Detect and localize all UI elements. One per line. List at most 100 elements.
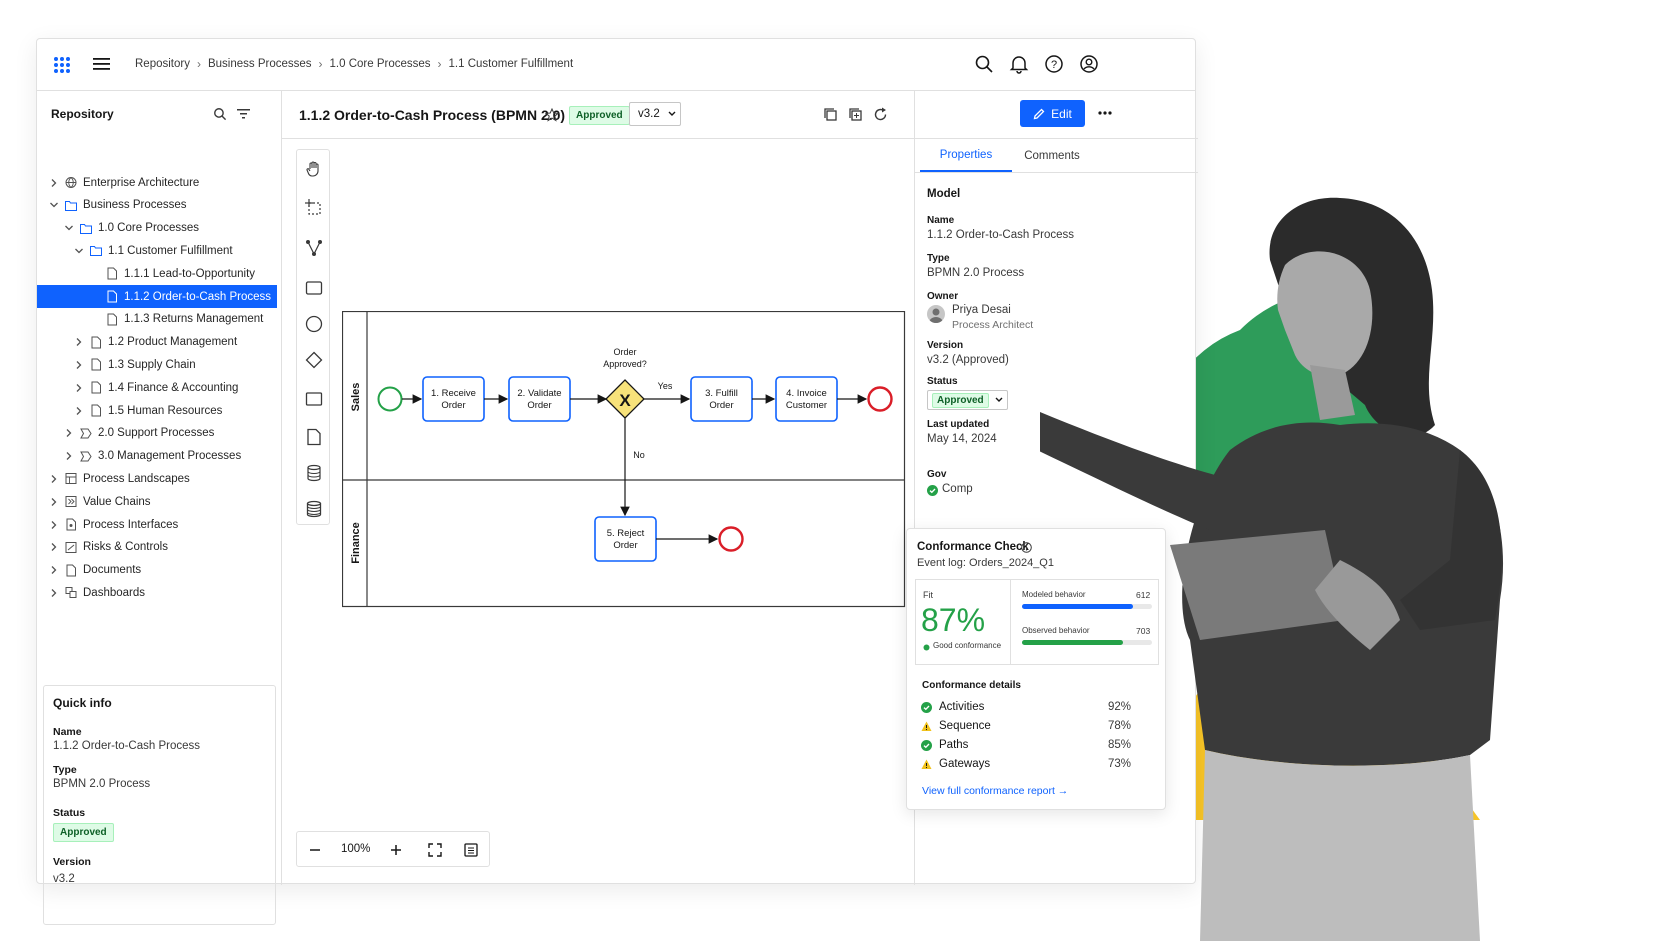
zoom-in-icon[interactable] [390, 844, 402, 856]
fit-value: 87% [921, 602, 986, 638]
folder-icon [65, 200, 77, 211]
task-receive-order[interactable] [422, 376, 485, 422]
chevron-right-icon[interactable] [64, 451, 74, 461]
task-reject-order[interactable] [594, 516, 657, 562]
yes-label: Yes [658, 381, 673, 391]
task-invoice-customer[interactable] [775, 376, 838, 422]
conformance-report-link[interactable]: View full conformance report → [922, 785, 1068, 797]
chevron-down-icon[interactable] [64, 223, 74, 233]
tree-item[interactable]: 1.0 Core Processes [37, 217, 277, 240]
chevron-right-icon[interactable] [49, 542, 59, 552]
info-icon[interactable] [1021, 542, 1032, 553]
tree-item[interactable]: 1.1 Customer Fulfillment [37, 239, 277, 262]
tree-item[interactable]: 1.1.1 Lead-to-Opportunity [37, 262, 277, 285]
task-fulfill-order[interactable] [690, 376, 753, 422]
sidebar-search-icon[interactable] [213, 107, 227, 121]
favorite-star-icon[interactable] [545, 108, 559, 122]
chevron-right-icon[interactable] [49, 178, 59, 188]
tab-properties[interactable]: Properties [920, 139, 1012, 172]
tree-item[interactable]: 1.1.2 Order-to-Cash Process [37, 285, 277, 308]
document-icon [91, 404, 101, 417]
tree-item-label: Risks & Controls [83, 541, 168, 554]
tree-item-label: 1.5 Human Resources [108, 404, 223, 417]
minimap-icon[interactable] [464, 843, 478, 857]
document-icon [66, 564, 76, 577]
tree-item[interactable]: 1.3 Supply Chain [37, 353, 277, 376]
duplicate-icon[interactable] [848, 107, 863, 122]
menu-icon[interactable] [93, 57, 110, 71]
user-profile-icon[interactable] [1079, 54, 1099, 74]
modeled-label: Modeled behavior [1022, 590, 1086, 599]
chevron-down-icon[interactable] [49, 200, 59, 210]
status-dot-icon [923, 644, 930, 651]
chevron-right-icon[interactable] [74, 383, 84, 393]
tree-item[interactable]: Business Processes [37, 194, 277, 217]
chevron-right-icon[interactable] [74, 360, 84, 370]
copy-icon[interactable] [823, 107, 838, 122]
tree-item[interactable]: Dashboards [37, 581, 277, 604]
dashboard-icon [65, 587, 77, 599]
event-shape-icon[interactable] [305, 315, 323, 333]
version-select[interactable]: v3.2 [629, 102, 681, 126]
hand-tool-icon[interactable] [305, 160, 323, 178]
end-event[interactable] [867, 386, 893, 412]
chevron-right-icon[interactable] [49, 474, 59, 484]
refresh-icon[interactable] [873, 107, 888, 122]
tree-item[interactable]: 1.4 Finance & Accounting [37, 376, 277, 399]
tree-item[interactable]: 1.5 Human Resources [37, 399, 277, 422]
chevron-down-icon[interactable] [74, 246, 84, 256]
bell-icon[interactable] [1009, 54, 1029, 74]
task-validate-order[interactable] [508, 376, 571, 422]
tree-item[interactable]: 3.0 Management Processes [37, 445, 277, 468]
app-switcher-icon[interactable] [53, 56, 71, 74]
tree-item[interactable]: Risks & Controls [37, 536, 277, 559]
tab-comments[interactable]: Comments [1012, 139, 1092, 172]
chevron-right-icon[interactable] [74, 337, 84, 347]
reject-end-event[interactable] [718, 526, 744, 552]
no-label: No [633, 450, 645, 460]
overflow-menu-icon[interactable] [1098, 111, 1112, 115]
chevron-down-icon [995, 397, 1003, 402]
task-label: 3. Fulfill Order [705, 388, 738, 411]
connect-tool-icon[interactable] [305, 239, 323, 257]
tree-item[interactable]: 2.0 Support Processes [37, 422, 277, 445]
data-store-icon[interactable] [305, 464, 323, 482]
breadcrumb-item[interactable]: 1.0 Core Processes [330, 58, 431, 70]
task-shape-icon[interactable] [305, 279, 323, 297]
section-title: Model [927, 188, 961, 200]
breadcrumb-item[interactable]: Repository [135, 58, 190, 70]
chevron-right-icon[interactable] [64, 428, 74, 438]
data-object-icon[interactable] [305, 428, 323, 446]
conformance-title: Conformance Check [917, 541, 1029, 553]
chevron-right-icon[interactable] [49, 565, 59, 575]
warning-icon [921, 759, 932, 769]
breadcrumb-item[interactable]: Business Processes [208, 58, 312, 70]
start-event[interactable] [377, 386, 403, 412]
chevron-right-icon[interactable] [74, 406, 84, 416]
tree-item[interactable]: Documents [37, 559, 277, 582]
fit-screen-icon[interactable] [428, 843, 442, 857]
breadcrumb-item[interactable]: 1.1 Customer Fulfillment [449, 58, 574, 70]
chevron-right-icon[interactable] [49, 497, 59, 507]
filter-icon[interactable] [237, 108, 250, 120]
database-icon[interactable] [305, 500, 323, 518]
governance-value: Comp [942, 483, 973, 495]
edit-button-label: Edit [1051, 106, 1072, 121]
tree-item[interactable]: Process Interfaces [37, 513, 277, 536]
tree-item[interactable]: 1.2 Product Management [37, 331, 277, 354]
chevron-right-icon[interactable] [49, 588, 59, 598]
lasso-select-icon[interactable] [305, 199, 323, 217]
help-icon[interactable]: ? [1044, 54, 1064, 74]
zoom-out-icon[interactable] [309, 844, 321, 856]
tree-item-label: 1.1.3 Returns Management [124, 313, 264, 326]
tree-item[interactable]: 1.1.3 Returns Management [37, 308, 277, 331]
status-dropdown[interactable]: Approved [927, 390, 1008, 410]
tree-item[interactable]: Process Landscapes [37, 467, 277, 490]
edit-button[interactable]: Edit [1020, 100, 1085, 127]
tree-item[interactable]: Value Chains [37, 490, 277, 513]
chevron-right-icon[interactable] [49, 520, 59, 530]
search-icon[interactable] [974, 54, 994, 74]
tree-item[interactable]: Enterprise Architecture [37, 171, 277, 194]
gateway-shape-icon[interactable] [305, 351, 323, 369]
subprocess-shape-icon[interactable] [305, 390, 323, 408]
